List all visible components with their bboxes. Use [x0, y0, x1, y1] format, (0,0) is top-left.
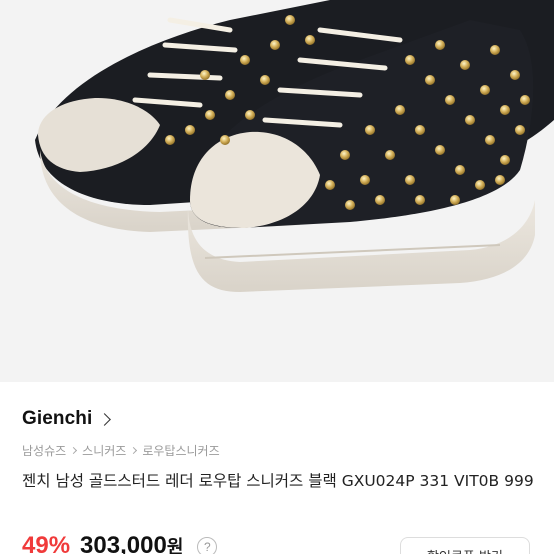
product-title: 젠치 남성 골드스터드 레더 로우탑 스니커즈 블랙 GXU024P 331 V… [22, 472, 534, 490]
price-row: 49% 303,000원 ? [22, 532, 218, 554]
sneaker-illustration [35, 0, 554, 292]
question-circle-icon[interactable]: ? [197, 537, 218, 554]
price-value: 303,000 [80, 532, 167, 554]
breadcrumb-item-sneakers[interactable]: 스니커즈 [82, 442, 126, 459]
breadcrumb-chevron-icon [130, 446, 138, 455]
sale-price: 303,000원 [80, 532, 183, 554]
breadcrumb-chevron-icon [70, 446, 78, 455]
breadcrumb: 남성슈즈 스니커즈 로우탑스니커즈 [22, 442, 220, 459]
breadcrumb-item-mens-shoes[interactable]: 남성슈즈 [22, 442, 66, 459]
chevron-right-icon [98, 412, 112, 426]
product-info: Gienchi 남성슈즈 스니커즈 로우탑스니커즈 젠치 남성 골드스터드 레더… [0, 382, 554, 554]
brand-link[interactable]: Gienchi [22, 408, 112, 430]
discount-rate: 49% [22, 532, 71, 554]
brand-name: Gienchi [22, 408, 93, 429]
product-image[interactable] [0, 0, 554, 382]
breadcrumb-item-low-top[interactable]: 로우탑스니커즈 [142, 442, 219, 459]
currency-unit: 원 [166, 537, 184, 554]
coupon-button[interactable]: 할인쿠폰 받기 [400, 537, 530, 554]
